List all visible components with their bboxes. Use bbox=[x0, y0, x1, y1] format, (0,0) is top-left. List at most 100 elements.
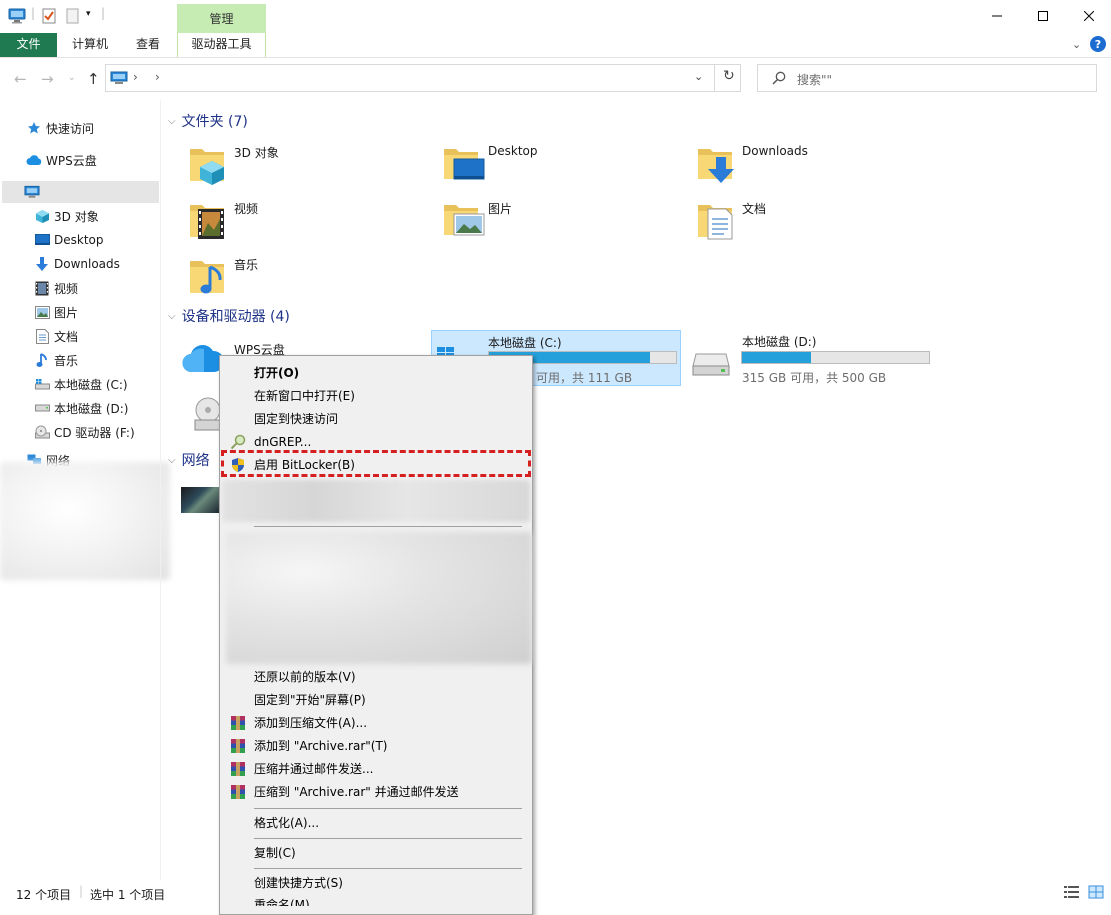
forward-icon[interactable]: → bbox=[41, 70, 54, 88]
search-placeholder: 搜索"" bbox=[797, 73, 833, 87]
devices-group-header[interactable]: ⌵ 设备和驱动器 (4) bbox=[168, 306, 290, 326]
sidebar-item-downloads[interactable]: Downloads bbox=[0, 253, 158, 275]
address-bar[interactable]: › › ⌄ bbox=[105, 64, 741, 92]
winrar-icon bbox=[230, 761, 246, 777]
close-button[interactable] bbox=[1066, 0, 1111, 32]
breadcrumb-chevron-icon[interactable]: › bbox=[133, 70, 138, 84]
device-drive-d[interactable]: 本地磁盘 (D:) 315 GB 可用，共 500 GB bbox=[686, 330, 936, 386]
blurred-region bbox=[226, 532, 532, 664]
up-icon[interactable]: ↑ bbox=[87, 70, 100, 88]
cube-icon bbox=[34, 208, 50, 224]
chevron-down-icon: ⌵ bbox=[168, 454, 176, 466]
sidebar-item-music[interactable]: 音乐 bbox=[0, 349, 158, 371]
sidebar-item-drive-d[interactable]: 本地磁盘 (D:) bbox=[0, 397, 158, 419]
document-icon bbox=[34, 328, 50, 344]
music-note-icon bbox=[34, 352, 50, 368]
large-icons-view-icon[interactable] bbox=[1088, 885, 1104, 899]
sidebar-item-videos[interactable]: 视频 bbox=[0, 277, 158, 299]
recent-locations-icon[interactable]: ⌄ bbox=[68, 73, 76, 83]
help-icon[interactable]: ? bbox=[1090, 36, 1106, 52]
folder-pictures[interactable]: 图片 bbox=[442, 197, 692, 249]
folder-pictures-icon bbox=[442, 197, 486, 239]
minimize-button[interactable] bbox=[974, 0, 1020, 32]
sidebar-item-desktop[interactable]: Desktop bbox=[0, 229, 158, 251]
wps-cloud-icon bbox=[182, 338, 224, 374]
manage-context-label: 管理 bbox=[177, 4, 266, 33]
menu-item-format[interactable]: 格式化(A)... bbox=[220, 812, 532, 835]
sidebar-item-quick-access[interactable]: 快速访问 bbox=[0, 117, 158, 139]
address-dropdown-icon[interactable]: ⌄ bbox=[694, 70, 703, 83]
menu-item-compress-rar-and-email[interactable]: 压缩到 "Archive.rar" 并通过邮件发送 bbox=[220, 781, 532, 804]
folder-desktop-icon bbox=[442, 141, 486, 183]
status-bar: 12 个项目 | 选中 1 个项目 bbox=[0, 880, 1111, 906]
menu-item-open-new-window[interactable]: 在新窗口中打开(E) bbox=[220, 385, 532, 408]
sidebar-item-label: WPS云盘 bbox=[46, 153, 97, 168]
network-device-thumbnail[interactable] bbox=[181, 487, 219, 513]
magnifier-icon bbox=[230, 434, 246, 450]
maximize-button[interactable] bbox=[1020, 0, 1066, 32]
folders-group-header[interactable]: ⌵ 文件夹 (7) bbox=[168, 111, 248, 131]
chevron-down-icon: ⌵ bbox=[168, 310, 176, 322]
system-drive-icon bbox=[34, 376, 50, 392]
folder-3d-objects-icon bbox=[188, 141, 228, 185]
title-bar: | ▾ | bbox=[0, 0, 1111, 32]
sidebar-item-drive-c[interactable]: 本地磁盘 (C:) bbox=[0, 373, 158, 395]
network-group-header[interactable]: ⌵ 网络 bbox=[168, 450, 220, 470]
sidebar-item-label: Desktop bbox=[54, 233, 104, 247]
sidebar-item-3d-objects[interactable]: 3D 对象 bbox=[0, 205, 158, 227]
download-arrow-icon bbox=[34, 256, 50, 272]
back-icon[interactable]: ← bbox=[14, 70, 27, 88]
sidebar-item-label: 音乐 bbox=[54, 353, 79, 368]
search-box[interactable]: 搜索"" bbox=[757, 64, 1097, 92]
tab-drive-tools[interactable]: 驱动器工具 bbox=[177, 33, 266, 57]
breadcrumb-chevron-icon[interactable]: › bbox=[155, 70, 160, 84]
tab-file[interactable]: 文件 bbox=[0, 33, 57, 57]
sidebar-item-label: 图片 bbox=[54, 305, 79, 320]
folder-documents[interactable]: 文档 bbox=[696, 197, 946, 249]
sidebar-item-label: 文档 bbox=[54, 329, 79, 344]
sidebar-item-this-pc[interactable] bbox=[2, 181, 159, 203]
menu-item-add-to-archive-rar[interactable]: 添加到 "Archive.rar"(T) bbox=[220, 735, 532, 758]
menu-item-pin-start[interactable]: 固定到"开始"屏幕(P) bbox=[220, 689, 532, 712]
folder-videos[interactable]: 视频 bbox=[188, 197, 438, 249]
sidebar-item-label: 3D 对象 bbox=[54, 209, 99, 224]
folder-music[interactable]: 音乐 bbox=[188, 253, 438, 305]
sidebar-item-documents[interactable]: 文档 bbox=[0, 325, 158, 347]
menu-item-pin-quick-access[interactable]: 固定到快速访问 bbox=[220, 408, 532, 431]
menu-item-copy[interactable]: 复制(C) bbox=[220, 842, 532, 865]
status-item-count: 12 个项目 bbox=[16, 888, 72, 902]
tab-view[interactable]: 查看 bbox=[124, 33, 172, 57]
sidebar-item-cd-drive[interactable]: CD 驱动器 (F:) bbox=[0, 421, 158, 443]
computer-icon bbox=[110, 71, 128, 85]
details-view-icon[interactable] bbox=[1064, 885, 1080, 899]
cd-drive-icon bbox=[34, 424, 50, 440]
folder-desktop[interactable]: Desktop bbox=[442, 141, 692, 193]
hard-drive-icon bbox=[34, 400, 50, 416]
sidebar-item-pictures[interactable]: 图片 bbox=[0, 301, 158, 323]
cloud-icon bbox=[26, 152, 42, 168]
menu-item-add-to-archive[interactable]: 添加到压缩文件(A)... bbox=[220, 712, 532, 735]
properties-icon[interactable] bbox=[42, 8, 56, 24]
refresh-button[interactable]: ↻ bbox=[714, 64, 741, 92]
expand-ribbon-icon[interactable]: ⌄ bbox=[1072, 38, 1081, 51]
tab-computer[interactable]: 计算机 bbox=[62, 33, 118, 57]
folder-documents-icon bbox=[696, 197, 738, 241]
customize-quick-access-icon[interactable]: ▾ bbox=[86, 9, 91, 19]
star-icon bbox=[26, 120, 42, 136]
search-icon bbox=[772, 71, 786, 85]
menu-item-compress-and-email[interactable]: 压缩并通过邮件发送... bbox=[220, 758, 532, 781]
folder-downloads-icon bbox=[696, 141, 738, 185]
desktop-icon bbox=[34, 232, 50, 248]
drive-c-free-text: 可用，共 111 GB bbox=[536, 371, 633, 385]
sidebar-item-label: 本地磁盘 (C:) bbox=[54, 377, 128, 392]
new-folder-icon[interactable] bbox=[66, 8, 79, 24]
folder-3d-objects[interactable]: 3D 对象 bbox=[188, 141, 438, 193]
folder-downloads[interactable]: Downloads bbox=[696, 141, 946, 193]
sidebar-item-wps-cloud[interactable]: WPS云盘 bbox=[0, 149, 158, 171]
menu-item-open[interactable]: 打开(O) bbox=[220, 362, 532, 385]
sidebar-item-label: 视频 bbox=[54, 281, 79, 296]
film-icon bbox=[34, 280, 50, 296]
winrar-icon bbox=[230, 738, 246, 754]
blurred-region bbox=[0, 462, 170, 580]
menu-item-restore-previous-versions[interactable]: 还原以前的版本(V) bbox=[220, 666, 532, 689]
